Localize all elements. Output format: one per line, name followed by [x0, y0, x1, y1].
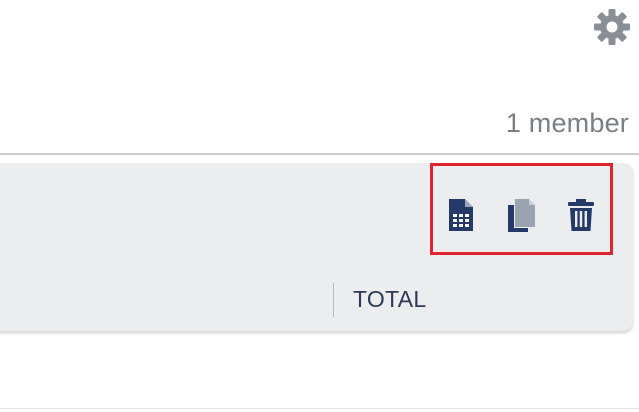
copy-button[interactable] — [504, 195, 538, 235]
column-header-total: TOTAL — [353, 286, 427, 312]
member-count: 1 member — [505, 108, 629, 138]
settings-button[interactable] — [591, 6, 633, 48]
spreadsheet-button[interactable] — [444, 195, 478, 235]
spreadsheet-document-icon — [449, 199, 473, 231]
page: 1 member TOTAL — [0, 0, 639, 412]
copy-document-icon — [508, 199, 535, 232]
column-separator — [333, 283, 334, 317]
trash-icon — [568, 199, 594, 231]
divider — [0, 153, 639, 155]
gear-icon — [594, 9, 630, 45]
delete-button[interactable] — [564, 195, 598, 235]
divider — [0, 408, 639, 409]
